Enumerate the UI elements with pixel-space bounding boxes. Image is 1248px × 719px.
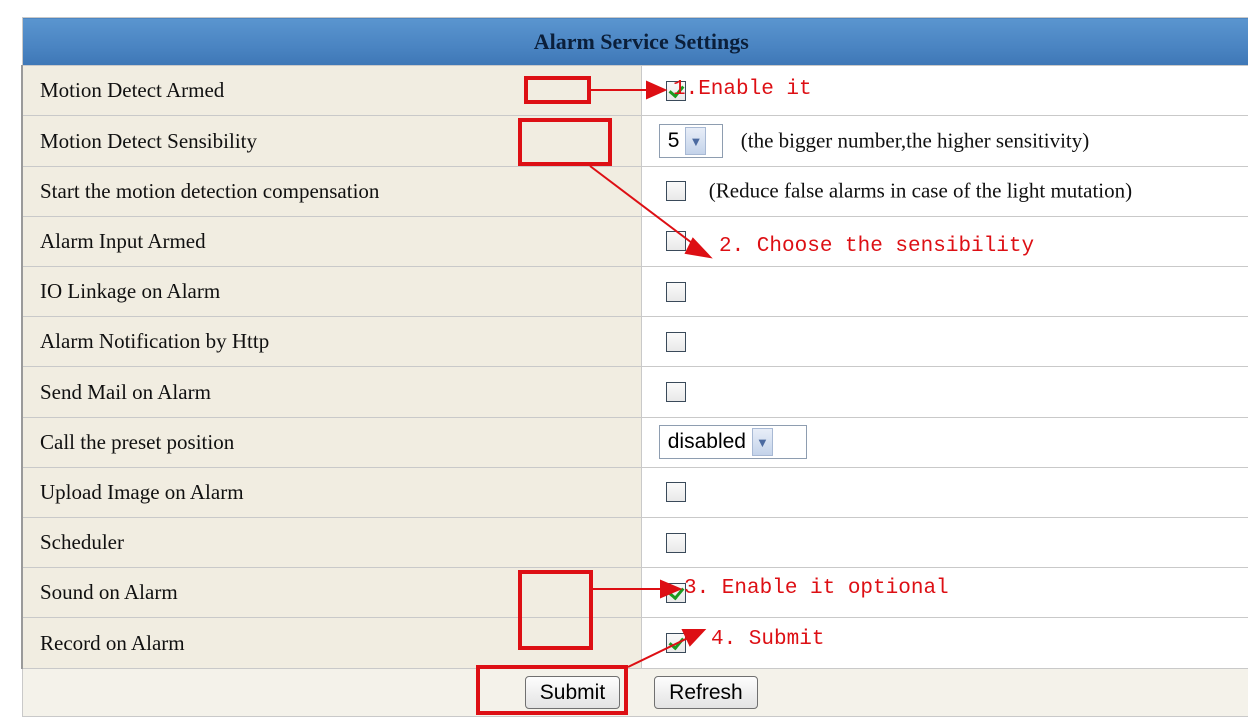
annotation-step-3: 3. Enable it optional — [684, 577, 949, 600]
annotation-step-2: 2. Choose the sensibility — [719, 235, 1035, 258]
annotation-step-1: 1.Enable it — [673, 78, 812, 101]
arrow-line — [589, 165, 701, 250]
annotation-step-4: 4. Submit — [711, 628, 825, 651]
annotation-arrows — [589, 80, 713, 668]
arrow-head — [646, 80, 668, 100]
arrow-line — [627, 636, 691, 668]
arrow-head — [660, 579, 683, 599]
arrow-head — [681, 629, 707, 647]
